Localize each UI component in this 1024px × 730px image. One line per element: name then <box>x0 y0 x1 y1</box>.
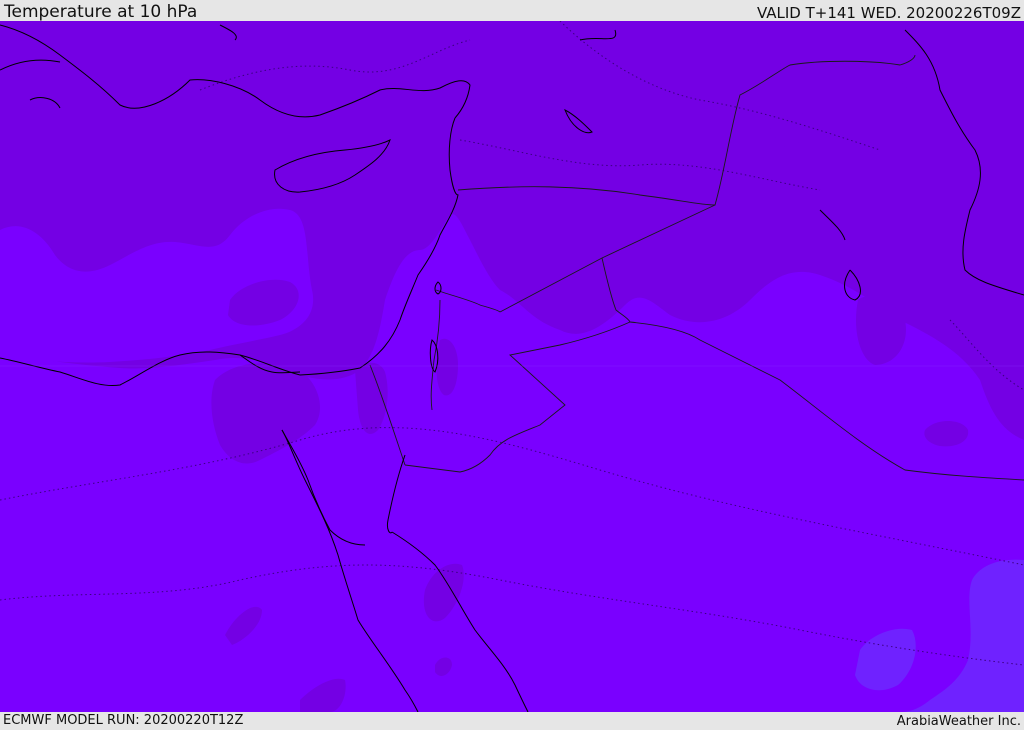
map-area[interactable] <box>0 21 1024 712</box>
valid-time: VALID T+141 WED. 20200226T09Z <box>756 4 1021 22</box>
model-run-label: ECMWF MODEL RUN: 20200220T12Z <box>3 713 244 728</box>
credit-label: ArabiaWeather Inc. <box>896 714 1021 729</box>
top-bar: Temperature at 10 hPa VALID T+141 WED. 2… <box>0 0 1024 22</box>
map-title: Temperature at 10 hPa <box>4 2 198 22</box>
map-canvas <box>0 21 1024 712</box>
bottom-bar: ECMWF MODEL RUN: 20200220T12Z ArabiaWeat… <box>0 712 1024 729</box>
